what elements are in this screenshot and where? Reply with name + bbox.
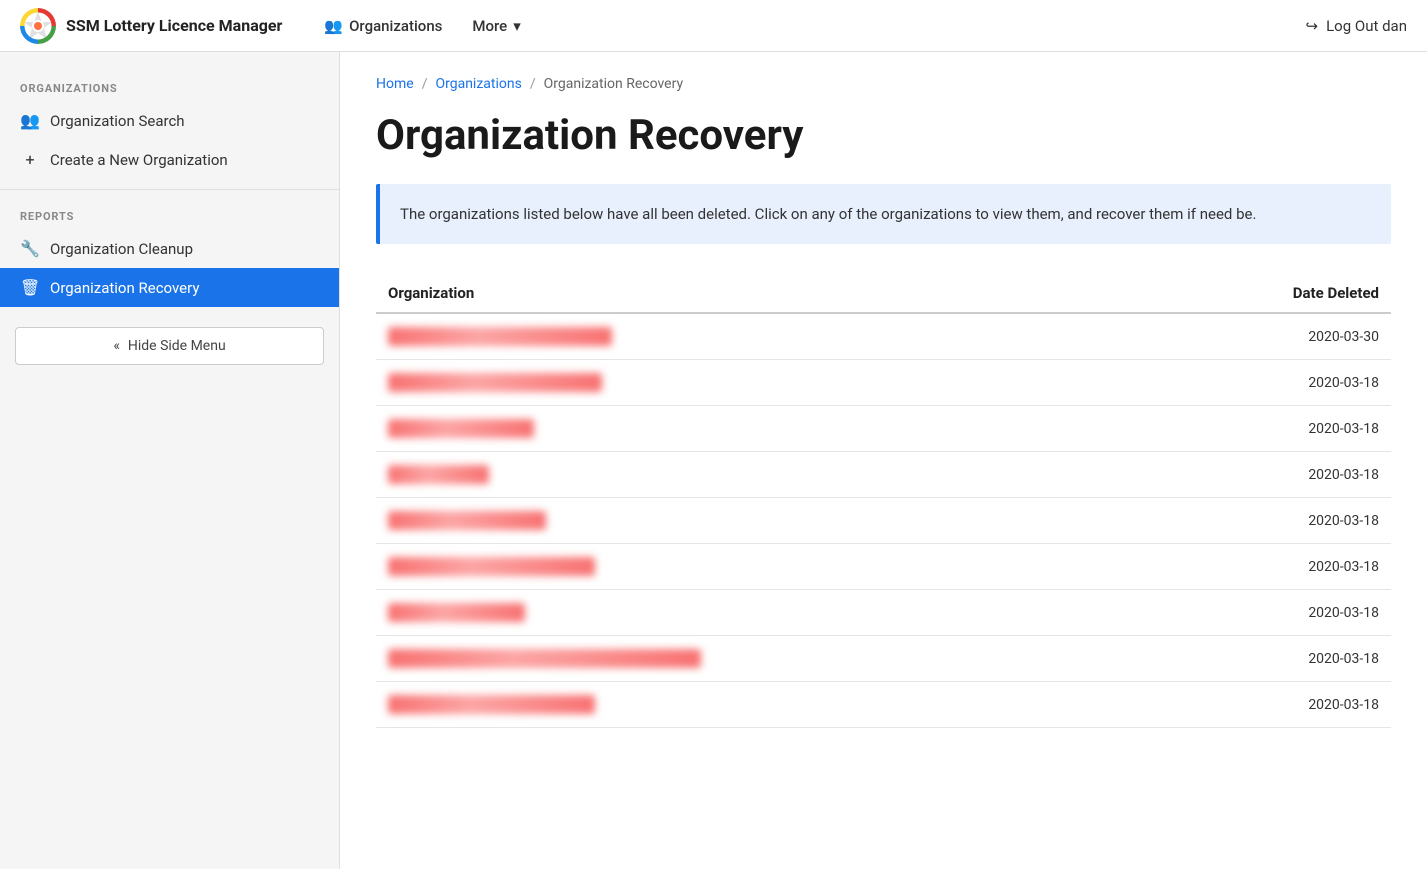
sidebar-divider: [0, 189, 339, 190]
sidebar-section-reports: REPORTS: [0, 200, 339, 229]
col-organization: Organization: [376, 274, 1141, 313]
hide-side-menu-button[interactable]: « Hide Side Menu: [15, 327, 324, 365]
table-body: XXXXXXX XXXX XXXXXXXX XXXXX2020-03-30XXX…: [376, 313, 1391, 728]
logo-icon: [20, 8, 56, 44]
app-logo[interactable]: SSM Lottery Licence Manager: [20, 8, 282, 44]
date-deleted-cell: 2020-03-30: [1141, 313, 1391, 360]
sidebar-item-create-org[interactable]: + Create a New Organization: [0, 140, 339, 179]
sidebar-section-organizations: ORGANIZATIONS: [0, 72, 339, 101]
table-row[interactable]: XXXXXXXXX XXXXX XXXXXX XX2020-03-18: [376, 544, 1391, 590]
logout-icon: ↪: [1306, 17, 1319, 35]
date-deleted-cell: 2020-03-18: [1141, 636, 1391, 682]
date-deleted-cell: 2020-03-18: [1141, 682, 1391, 728]
org-name-cell: XXXXX XXXXXXXXXX XXXXXXXXXXXXXX XXXXX: [376, 636, 1141, 682]
table-header: Organization Date Deleted: [376, 274, 1391, 313]
chevrons-left-icon: «: [113, 338, 120, 354]
breadcrumb: Home / Organizations / Organization Reco…: [376, 76, 1391, 92]
date-deleted-cell: 2020-03-18: [1141, 360, 1391, 406]
table-row[interactable]: XXXXXXX XXXX XXXXXXXX XXXXX2020-03-30: [376, 313, 1391, 360]
date-deleted-cell: 2020-03-18: [1141, 406, 1391, 452]
topnav-links: 👥 Organizations More ▾: [312, 11, 1305, 41]
trash-icon: 🗑: [20, 278, 40, 297]
app-title: SSM Lottery Licence Manager: [66, 16, 282, 35]
sidebar-item-org-recovery[interactable]: 🗑 Organization Recovery: [0, 268, 339, 307]
sidebar: ORGANIZATIONS 👥 Organization Search + Cr…: [0, 52, 340, 869]
plus-icon: +: [20, 150, 40, 169]
info-box: The organizations listed below have all …: [376, 184, 1391, 244]
org-name-cell: XXXXXXXX XXXXXXXX: [376, 406, 1141, 452]
breadcrumb-current: Organization Recovery: [544, 76, 683, 92]
organizations-table: Organization Date Deleted XXXXXXX XXXX X…: [376, 274, 1391, 728]
breadcrumb-sep-1: /: [422, 76, 428, 92]
org-name-cell: XXXXX XXXXXXXXXX: [376, 590, 1141, 636]
org-name-cell: XXXXXX XXXXX: [376, 452, 1141, 498]
page-layout: ORGANIZATIONS 👥 Organization Search + Cr…: [0, 52, 1427, 869]
date-deleted-cell: 2020-03-18: [1141, 590, 1391, 636]
org-name-cell: XXXXXX XXXXX XXXXXX: [376, 498, 1141, 544]
table-row[interactable]: XXXXXXXX XXXXXXXX2020-03-18: [376, 406, 1391, 452]
sidebar-item-org-search[interactable]: 👥 Organization Search: [0, 101, 339, 140]
breadcrumb-sep-2: /: [530, 76, 536, 92]
table-row[interactable]: XXXX XXXXXX XX XXX X XXXXXX2020-03-18: [376, 360, 1391, 406]
nav-organizations[interactable]: 👥 Organizations: [312, 11, 454, 41]
org-name-cell: XXXXXXXXX XXXXX XXXXXX XX: [376, 544, 1141, 590]
main-content: Home / Organizations / Organization Reco…: [340, 52, 1427, 869]
table-row[interactable]: XXXXX XXXXXXXXXX XXXXXXXXXXXXXX XXXXX202…: [376, 636, 1391, 682]
page-title: Organization Recovery: [376, 112, 1391, 160]
org-name-cell: XXXXXXX XXXXXXXXXX XX XXX: [376, 682, 1141, 728]
date-deleted-cell: 2020-03-18: [1141, 452, 1391, 498]
people-icon: 👥: [20, 111, 40, 130]
date-deleted-cell: 2020-03-18: [1141, 498, 1391, 544]
chevron-down-icon: ▾: [513, 17, 521, 35]
table-row[interactable]: XXXXXX XXXXX XXXXXX2020-03-18: [376, 498, 1391, 544]
organizations-icon: 👥: [324, 17, 343, 35]
nav-more[interactable]: More ▾: [460, 11, 532, 41]
org-name-cell: XXXX XXXXXX XX XXX X XXXXXX: [376, 360, 1141, 406]
date-deleted-cell: 2020-03-18: [1141, 544, 1391, 590]
table-row[interactable]: XXXXXXX XXXXXXXXXX XX XXX2020-03-18: [376, 682, 1391, 728]
breadcrumb-home[interactable]: Home: [376, 76, 414, 92]
breadcrumb-organizations[interactable]: Organizations: [435, 76, 521, 92]
org-name-cell: XXXXXXX XXXX XXXXXXXX XXXXX: [376, 313, 1141, 360]
top-navigation: SSM Lottery Licence Manager 👥 Organizati…: [0, 0, 1427, 52]
logout-button[interactable]: ↪ Log Out dan: [1306, 17, 1407, 35]
cleanup-icon: 🔧: [20, 239, 40, 258]
col-date-deleted: Date Deleted: [1141, 274, 1391, 313]
table-row[interactable]: XXXXXX XXXXX2020-03-18: [376, 452, 1391, 498]
sidebar-item-org-cleanup[interactable]: 🔧 Organization Cleanup: [0, 229, 339, 268]
table-row[interactable]: XXXXX XXXXXXXXXX2020-03-18: [376, 590, 1391, 636]
